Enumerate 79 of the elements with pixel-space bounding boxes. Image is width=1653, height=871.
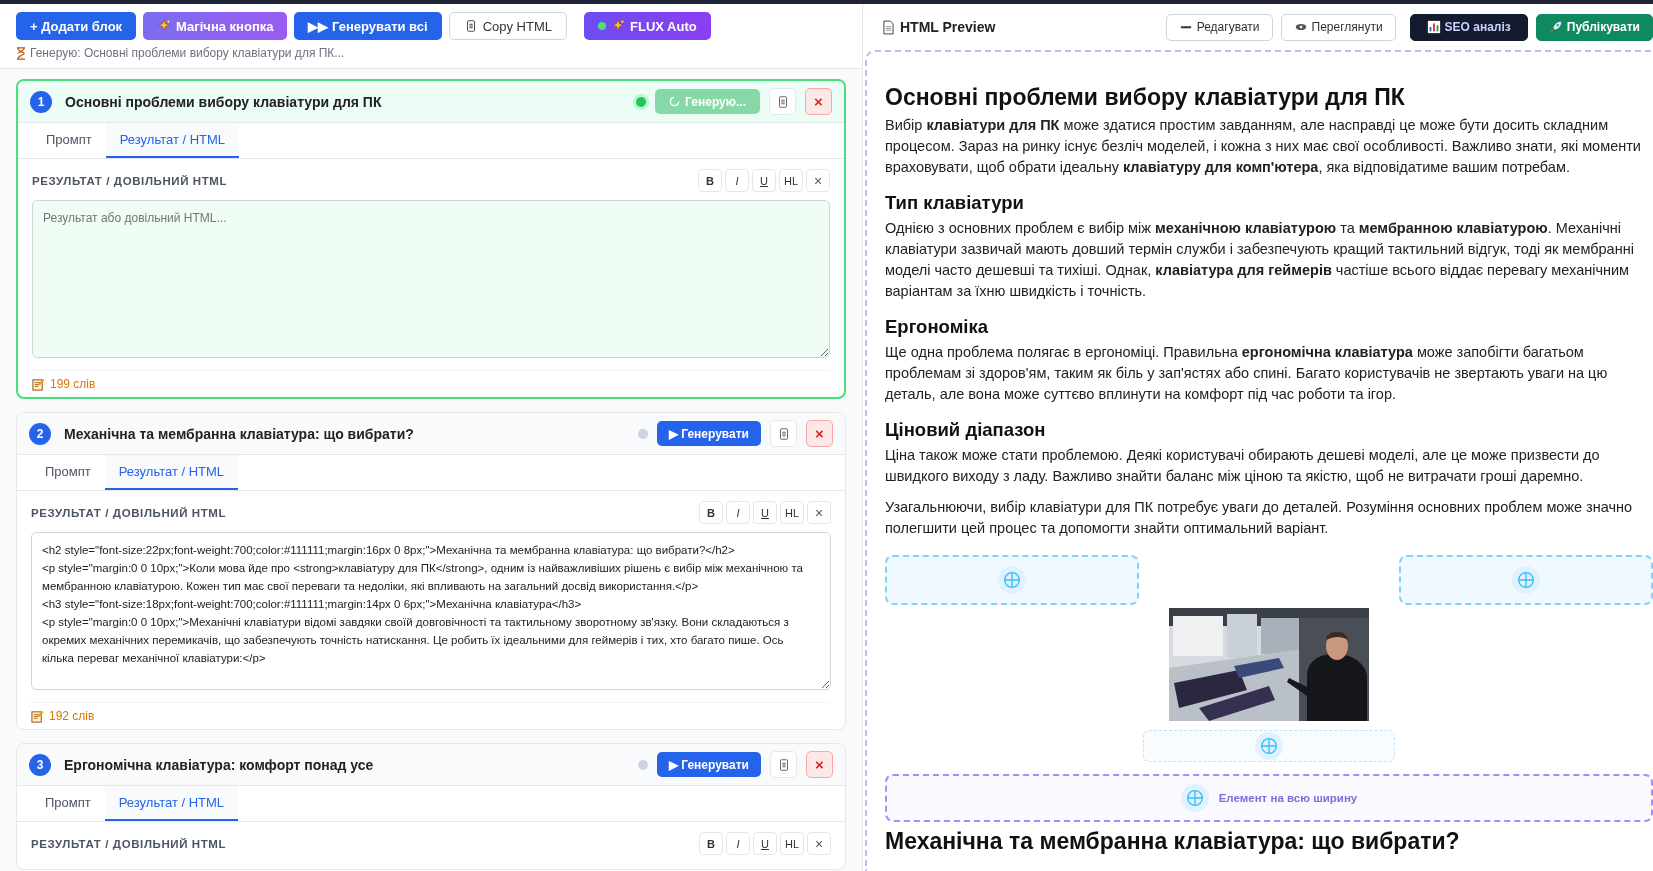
status-dot: [598, 22, 606, 30]
format-button[interactable]: HL: [779, 169, 803, 192]
delete-button[interactable]: ×: [806, 751, 833, 778]
tab[interactable]: Результат / HTML: [104, 455, 239, 490]
format-button[interactable]: B: [698, 169, 722, 192]
spinner-icon: [669, 96, 681, 107]
header-button[interactable]: SEO аналіз: [1409, 13, 1528, 41]
header-button[interactable]: Публікувати: [1535, 13, 1653, 41]
format-button[interactable]: HL: [780, 501, 804, 524]
tab[interactable]: Результат / HTML: [105, 123, 240, 158]
preview-paragraph: Ще одна проблема полягає в ергономіці. Правильна ергономічна клавіатура може запобігти багатьом проблемам зі здоров'ям, таким як біль у зап'ястях або спині. Багато користувачів не звертають уваги на цю деталь, але вона може суттєво вплинути на комфорт під час роботи та ігор.: [885, 343, 1609, 404]
block-number: 2: [29, 422, 51, 445]
preview-heading: Основні проблеми вибору клавіатури для ПК: [885, 84, 1406, 111]
word-count: 199 слів: [50, 377, 96, 391]
html-field[interactable]: <h2 style="font-size:22px;font-weight:700;color:#111111;margin:16px 0 8px;">Механічна та мембранна клавіатура: що вибрати?</h2> <p style="margin:0 0 10px;">Коли мова йде про <strong>клавіатуру для ПК</strong>, одним із найважливіших рішень є вибір між механічною та мембранною клавіатурою. Кожен тип має свої переваги та недоліки, які впливають на загальний досвід використання.</p> <h3 style="font-size:18px;font-weight:700;color:#111111;margin:14px 0 6px;">Механічна клавіатура</h3> <p style="margin:0 0 10px;">Механічні клавіатури відомі завдяки своїй довговічності та тактильному зворотному зв'язку. Вони складаються з окремих механічних перемикачів, що забезпечують точність натискання. Це робить їх ідеальними для геймерів і тих, хто багато пише. Ось кілька переваг механічної клавіатури:</p>: [31, 532, 831, 690]
format-button[interactable]: I: [725, 169, 749, 192]
preview-paragraph: Вибір клавіатури для ПК може здатися простим завданням, але насправді це може бути досить складним процесом. Зараз на ринку існує безліч моделей, і кожна з них має свої особливості. Важливо знати, які моменти враховувати, щоб обрати ідеальну клавіатуру для комп'ютера, яка відповідатиме вашим потребам.: [885, 116, 1642, 177]
section-label: РЕЗУЛЬТАТ / ДОВІЛЬНИЙ HTML: [31, 837, 227, 850]
format-button[interactable]: U: [753, 501, 777, 524]
block-title: Основні проблеми вибору клавіатури для ПК: [65, 93, 383, 110]
preview-subheading: Ціновий діапазон: [885, 419, 1047, 441]
preview-paragraph: Однією з основних проблем є вибір між механічною клавіатурою та мембранною клавіатурою. Механічні клавіатури зазвичай мають довший термін служби і забезпечують кращий тактильний відгук, тоді як мембранні моделі часто дешевші та тихіші. Однак, клавіатура для геймерів частіше всього віддає перевагу механічним варіантам за їхню швидкість і точність.: [885, 219, 1635, 301]
word-count: 192 слів: [49, 709, 95, 723]
preview-paragraph: Узагальнюючи, вибір клавіатури для ПК потребує уваги до деталей. Розуміння основних проблем може значно полегшити цей процес та допомогти знайти оптимальний варіант.: [885, 498, 1634, 538]
header-button[interactable]: Переглянути: [1280, 13, 1396, 41]
generate-button[interactable]: ▶ Генерувати: [656, 421, 761, 446]
tab[interactable]: Промпт: [32, 123, 106, 158]
block-title: Механічна та мембранна клавіатура: що вибрати?: [64, 425, 415, 442]
format-button[interactable]: ×: [807, 832, 831, 855]
format-button[interactable]: U: [752, 169, 776, 192]
toolbar-button[interactable]: Copy HTML: [448, 12, 567, 40]
format-button[interactable]: I: [726, 832, 750, 855]
hourglass-icon: [16, 46, 26, 60]
tab[interactable]: Промпт: [31, 786, 105, 821]
preview-subheading: Ергономіка: [885, 316, 989, 338]
status-text: Генерую: Основні проблеми вибору клавіатури для ПК...: [30, 46, 345, 60]
header-button[interactable]: Редагувати: [1165, 13, 1273, 41]
block-title: Ергономічна клавіатура: комфорт понад усе: [64, 756, 375, 773]
sparkle-icon: [157, 19, 172, 33]
format-button[interactable]: ×: [806, 169, 830, 192]
delete-button[interactable]: ×: [805, 88, 832, 115]
generate-button[interactable]: ▶ Генерувати: [656, 752, 761, 777]
bar-chart-icon: [1426, 20, 1441, 34]
memo-icon: [32, 377, 45, 391]
sparkle-icon: [611, 19, 625, 33]
toolbar-button[interactable]: + Додати блок: [16, 12, 137, 40]
toolbar-button[interactable]: Магічна кнопка: [143, 12, 288, 40]
copy-button[interactable]: [769, 88, 796, 115]
block-number: 3: [29, 753, 51, 776]
full-width-drop-zone[interactable]: Елемент на всю ширину: [885, 774, 1653, 822]
memo-icon: [31, 709, 44, 723]
format-button[interactable]: I: [726, 501, 750, 524]
format-button[interactable]: HL: [780, 832, 804, 855]
add-icon: [1180, 784, 1209, 812]
format-button[interactable]: B: [699, 832, 723, 855]
html-field[interactable]: Результат або довільний HTML...: [32, 200, 830, 358]
copy-button[interactable]: [770, 751, 797, 778]
panel-title: HTML Preview: [900, 19, 997, 35]
add-icon: [998, 566, 1026, 594]
tab[interactable]: Промпт: [31, 455, 105, 490]
document-icon: [883, 19, 894, 35]
format-button[interactable]: ×: [807, 501, 831, 524]
section-label: РЕЗУЛЬТАТ / ДОВІЛЬНИЙ HTML: [32, 174, 228, 187]
toolbar-button[interactable]: ▶▶ Генерувати всі: [294, 12, 442, 40]
copy-button[interactable]: [770, 420, 797, 447]
add-icon: [1512, 566, 1540, 594]
add-icon: [1255, 732, 1283, 760]
drop-zone-label: Елемент на всю ширину: [1218, 792, 1358, 804]
preview-subheading: Тип клавіатури: [885, 192, 1025, 214]
preview-heading: Механічна та мембранна клавіатура: що вибрати?: [885, 828, 1461, 855]
format-button[interactable]: B: [699, 501, 723, 524]
preview-paragraph: Ціна також може стати проблемою. Деякі користувачі обирають дешеві моделі, але це може призвести до швидкого виходу з ладу. Важливо знайти баланс між ціною та якістю, щоб не витрачати гроші даремно.: [885, 446, 1601, 486]
section-label: РЕЗУЛЬТАТ / ДОВІЛЬНИЙ HTML: [31, 506, 227, 519]
block-number: 1: [30, 90, 52, 113]
format-button[interactable]: U: [753, 832, 777, 855]
rocket-icon: [1548, 20, 1563, 34]
tab[interactable]: Результат / HTML: [104, 786, 239, 821]
delete-button[interactable]: ×: [806, 420, 833, 447]
toolbar-button[interactable]: FLUX Auto: [584, 12, 711, 40]
